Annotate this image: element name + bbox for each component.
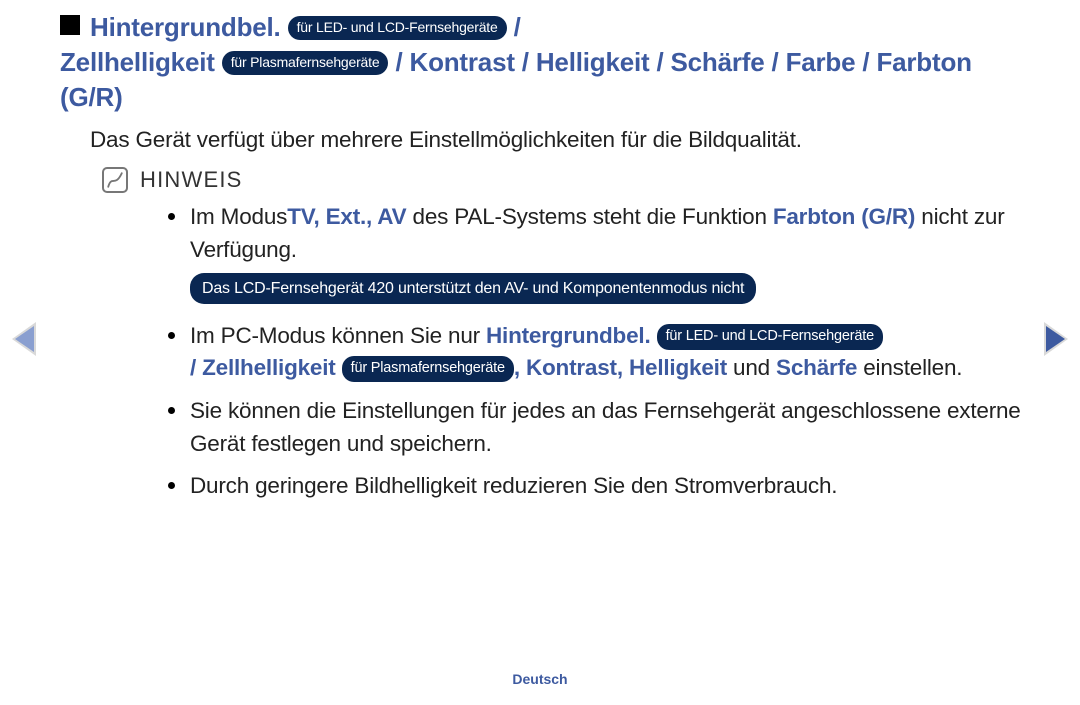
function-farbton: Farbton (G/R) <box>773 204 915 229</box>
text: einstellen. <box>857 355 962 380</box>
pill-lcd420-note: Das LCD-Fernsehgerät 420 unterstützt den… <box>190 273 756 304</box>
page-title: Hintergrundbel. für LED- und LCD-Fernseh… <box>60 10 1030 115</box>
heading-bullet-icon <box>60 15 80 35</box>
text: Im Modus <box>190 204 287 229</box>
option-zellhelligkeit: / Zellhelligkeit <box>190 355 336 380</box>
heading-sep: / <box>507 12 521 42</box>
hinweis-label: HINWEIS <box>140 167 243 193</box>
pill-led-lcd: für LED- und LCD-Fernsehgeräte <box>288 16 507 40</box>
option-hintergrundbel: Hintergrundbel. <box>486 323 651 348</box>
page-content: Hintergrundbel. für LED- und LCD-Fernseh… <box>60 10 1030 513</box>
next-page-arrow[interactable] <box>1044 322 1068 356</box>
note-icon <box>102 167 128 193</box>
pill-plasma: für Plasmafernsehgeräte <box>342 356 514 382</box>
footer-language: Deutsch <box>0 671 1080 687</box>
option-schaerfe: Schärfe <box>776 355 857 380</box>
list-item: Im ModusTV, Ext., AV des PAL-Systems ste… <box>190 201 1030 309</box>
pill-led-lcd: für LED- und LCD-Fernsehgeräte <box>657 324 883 350</box>
options-kontrast-helligkeit: , Kontrast, Helligkeit <box>514 355 727 380</box>
pill-plasma: für Plasmafernsehgeräte <box>222 51 389 75</box>
heading-item-zellhelligkeit: Zellhelligkeit <box>60 47 215 77</box>
prev-page-arrow[interactable] <box>12 322 36 356</box>
hinweis-row: HINWEIS <box>60 167 1030 193</box>
text: des PAL-Systems steht die Funktion <box>407 204 773 229</box>
text: Im PC-Modus können Sie nur <box>190 323 486 348</box>
list-item: Sie können die Einstellungen für jedes a… <box>190 395 1030 460</box>
list-item: Im PC-Modus können Sie nur Hintergrundbe… <box>190 320 1030 385</box>
bullet-list: Im ModusTV, Ext., AV des PAL-Systems ste… <box>60 201 1030 503</box>
intro-text: Das Gerät verfügt über mehrere Einstellm… <box>60 127 1030 153</box>
heading-item-hintergrundbel: Hintergrundbel. <box>90 12 281 42</box>
mode-names: TV, Ext., AV <box>287 204 406 229</box>
text: und <box>727 355 776 380</box>
list-item: Durch geringere Bildhelligkeit reduziere… <box>190 470 1030 503</box>
